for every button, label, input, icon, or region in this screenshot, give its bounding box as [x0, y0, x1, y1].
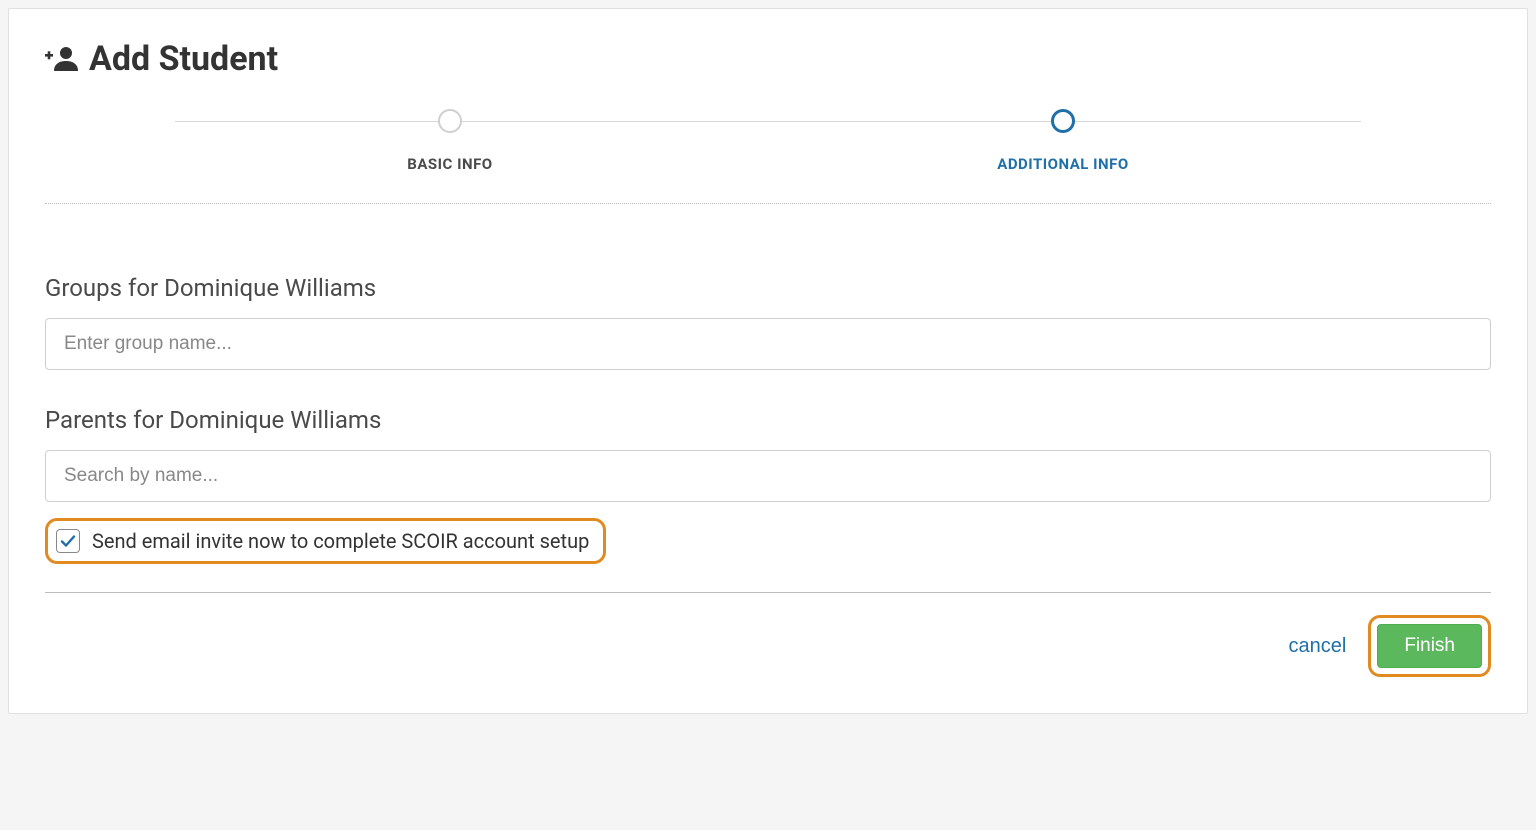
invite-checkbox[interactable]: [56, 529, 80, 553]
divider-solid: [45, 592, 1491, 593]
groups-input[interactable]: [45, 318, 1491, 370]
parents-input[interactable]: [45, 450, 1491, 502]
stepper-line: [175, 121, 1361, 122]
finish-highlight: Finish: [1368, 615, 1491, 677]
step-basic-info[interactable]: BASIC INFO: [407, 109, 492, 173]
finish-button[interactable]: Finish: [1377, 624, 1482, 668]
cancel-button[interactable]: cancel: [1285, 629, 1351, 664]
invite-checkbox-row: Send email invite now to complete SCOIR …: [45, 518, 606, 564]
add-person-icon: [45, 45, 79, 73]
groups-label: Groups for Dominique Williams: [45, 274, 1491, 302]
invite-checkbox-label: Send email invite now to complete SCOIR …: [92, 529, 589, 553]
page-title: Add Student: [89, 39, 278, 79]
step-circle-icon: [438, 109, 462, 133]
step-label: ADDITIONAL INFO: [997, 155, 1128, 173]
step-label: BASIC INFO: [407, 155, 492, 173]
groups-section: Groups for Dominique Williams: [45, 274, 1491, 370]
page-header: Add Student: [45, 39, 1491, 79]
add-student-card: Add Student BASIC INFO ADDITIONAL INFO G…: [8, 8, 1528, 714]
divider-dotted: [45, 203, 1491, 204]
stepper: BASIC INFO ADDITIONAL INFO: [45, 109, 1491, 173]
step-circle-icon: [1051, 109, 1075, 133]
step-additional-info[interactable]: ADDITIONAL INFO: [997, 109, 1128, 173]
parents-label: Parents for Dominique Williams: [45, 406, 1491, 434]
parents-section: Parents for Dominique Williams: [45, 406, 1491, 502]
footer-actions: cancel Finish: [45, 615, 1491, 677]
check-icon: [59, 532, 77, 550]
